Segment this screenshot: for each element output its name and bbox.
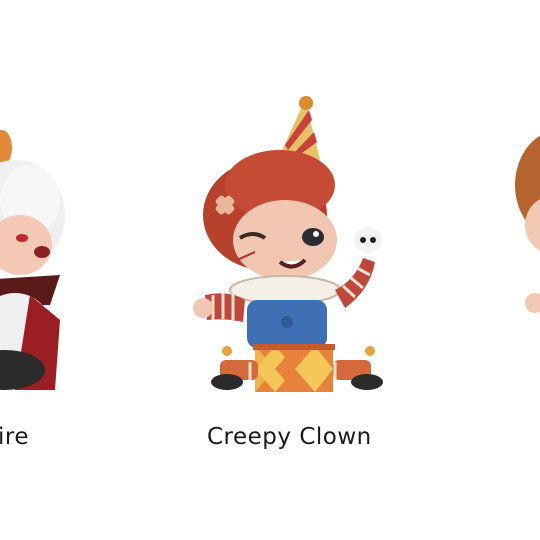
product-name-vampire: ire xyxy=(0,424,29,450)
creepy-clown-figure xyxy=(185,90,395,400)
partial-figure-icon xyxy=(515,135,540,313)
product-lineup: ire Creepy Clown xyxy=(0,0,540,540)
creepy-clown-figure-icon xyxy=(193,96,383,392)
vampire-figure-icon xyxy=(0,130,65,390)
product-name-creepy-clown: Creepy Clown xyxy=(207,424,372,450)
partial-figure-right xyxy=(505,125,540,325)
vampire-figure xyxy=(0,120,70,400)
